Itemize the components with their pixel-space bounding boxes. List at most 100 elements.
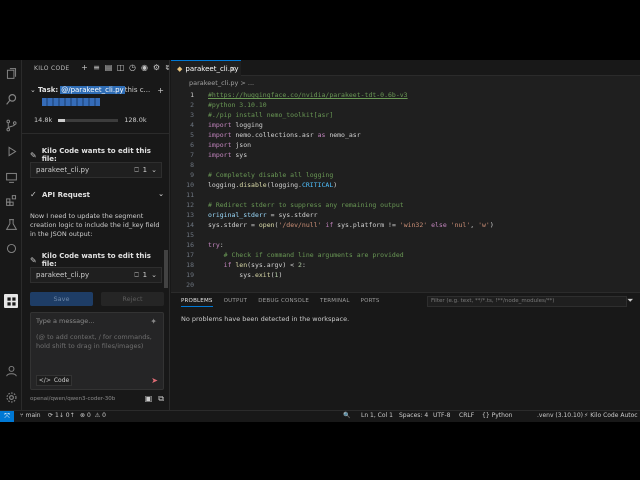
branch-status[interactable]: ⑂ main bbox=[20, 412, 41, 419]
filter-icon[interactable]: ⏷ bbox=[627, 296, 633, 306]
line-number: 13 bbox=[186, 211, 194, 219]
close-icon[interactable]: × bbox=[230, 65, 236, 73]
code-line[interactable]: 9 # Completely disable all logging bbox=[171, 170, 640, 180]
remote-explorer-icon[interactable] bbox=[4, 170, 18, 184]
tab-output[interactable]: OUTPUT bbox=[224, 298, 248, 307]
task-header[interactable]: ⌄ Task: @/parakeet_cli.py this c... + 14… bbox=[30, 86, 164, 124]
python-interpreter[interactable]: .venv (3.10.10) bbox=[537, 412, 583, 419]
line-text: sys.exit(1) bbox=[208, 271, 283, 279]
problems-filter-input[interactable]: Filter (e.g. text, **/*.ts, !**/node_mod… bbox=[427, 296, 627, 307]
testing-icon[interactable] bbox=[4, 217, 18, 231]
prompts-icon[interactable]: ≡ bbox=[92, 63, 101, 72]
tab-ports[interactable]: PORTS bbox=[361, 298, 380, 307]
code-line[interactable]: 17 # Check if command line arguments are… bbox=[171, 250, 640, 260]
source-control-icon[interactable] bbox=[4, 118, 18, 132]
line-number: 15 bbox=[186, 231, 194, 239]
code-line[interactable]: 13 original_stderr = sys.stderr bbox=[171, 210, 640, 220]
code-line[interactable]: 1 #https://huggingface.co/nvidia/parakeet… bbox=[171, 90, 640, 100]
sidebar-scrollbar[interactable] bbox=[164, 250, 168, 288]
code-line[interactable]: 15 bbox=[171, 230, 640, 240]
code-line[interactable]: 5 import nemo.collections.asr as nemo_asr bbox=[171, 130, 640, 140]
sidebar-toolbar: + ≡ ▤ ◫ ◷ ◉ ⚙ ⧉ bbox=[80, 63, 169, 72]
code-line[interactable]: 7 import sys bbox=[171, 150, 640, 160]
code-line[interactable]: 11 bbox=[171, 190, 640, 200]
run-debug-icon[interactable] bbox=[4, 144, 18, 158]
explorer-icon[interactable] bbox=[4, 66, 18, 80]
tab-terminal[interactable]: TERMINAL bbox=[320, 298, 350, 307]
problems-message: No problems have been detected in the wo… bbox=[181, 315, 350, 323]
code-line[interactable]: 6 import json bbox=[171, 140, 640, 150]
code-line[interactable]: 8 bbox=[171, 160, 640, 170]
new-task-icon[interactable]: + bbox=[80, 63, 89, 72]
code-line[interactable]: 10 logging.disable(logging.CRITICAL) bbox=[171, 180, 640, 190]
error-icon: ⊗ bbox=[80, 412, 86, 419]
problems-status[interactable]: ⊗ 0 ⚠ 0 bbox=[80, 412, 106, 419]
code-line[interactable]: 3 #./pip install nemo_toolkit[asr] bbox=[171, 110, 640, 120]
code-line[interactable]: 16 try: bbox=[171, 240, 640, 250]
line-text: # Completely disable all logging bbox=[208, 171, 334, 179]
search-icon[interactable] bbox=[4, 92, 18, 106]
line-text: #https://huggingface.co/nvidia/parakeet-… bbox=[208, 91, 408, 99]
branch-icon: ⑂ bbox=[20, 412, 24, 419]
cursor-position[interactable]: Ln 1, Col 1 bbox=[361, 412, 393, 419]
code-line[interactable]: 12 # Redirect stderr to suppress any rema… bbox=[171, 200, 640, 210]
code-line[interactable]: 14 sys.stderr = open('/dev/null' if sys.p… bbox=[171, 220, 640, 230]
code-line[interactable]: 20 bbox=[171, 280, 640, 290]
kilo-autocomplete-status[interactable]: ⚡ Kilo Code Autoc bbox=[584, 412, 638, 419]
settings-icon[interactable]: ⚙ bbox=[152, 63, 161, 72]
line-text: if len(sys.argv) < 2: bbox=[208, 261, 306, 269]
tab-parakeet-cli[interactable]: ◆ parakeet_cli.py × bbox=[171, 60, 241, 76]
plus-icon[interactable]: + bbox=[157, 86, 164, 95]
extensions-icon[interactable] bbox=[4, 193, 18, 207]
chat-input[interactable]: Type a message... ✦ (@ to add context, /… bbox=[30, 312, 164, 390]
context-icon[interactable]: ⧉ bbox=[158, 394, 164, 404]
task-text: this c... bbox=[124, 86, 151, 94]
line-ending[interactable]: CRLF bbox=[459, 412, 474, 419]
remote-icon[interactable] bbox=[4, 241, 18, 255]
line-text: import nemo.collections.asr as nemo_asr bbox=[208, 131, 361, 139]
marketplace-icon[interactable]: ▤ bbox=[104, 63, 113, 72]
save-button[interactable]: Save bbox=[30, 292, 93, 306]
chevron-down-icon[interactable]: ⌄ bbox=[30, 86, 38, 94]
mode-selector[interactable]: </> Code bbox=[36, 375, 72, 386]
remote-indicator-icon[interactable]: ⤧ bbox=[0, 411, 14, 422]
edit-file-name-2: parakeet_cli.py bbox=[36, 271, 90, 279]
line-number: 11 bbox=[186, 191, 194, 199]
tab-problems[interactable]: PROBLEMS bbox=[181, 298, 213, 307]
zoom-icon[interactable]: 🔍 bbox=[343, 412, 350, 419]
chevron-down-icon[interactable]: ⌄ bbox=[158, 190, 164, 198]
code-line[interactable]: 19 sys.exit(1) bbox=[171, 270, 640, 280]
send-icon[interactable]: ➤ bbox=[151, 376, 158, 385]
tab-debug-console[interactable]: DEBUG CONSOLE bbox=[258, 298, 309, 307]
mcp-icon[interactable]: ◫ bbox=[116, 63, 125, 72]
manage-gear-icon[interactable] bbox=[4, 390, 18, 404]
enhance-prompt-icon[interactable]: ✦ bbox=[150, 317, 157, 326]
python-file-icon: ◆ bbox=[177, 64, 183, 73]
indentation[interactable]: Spaces: 4 bbox=[399, 412, 428, 419]
open-in-editor-icon[interactable]: ⧉ bbox=[164, 63, 169, 72]
code-line[interactable]: 2 #python 3.10.10 bbox=[171, 100, 640, 110]
edit-file-row[interactable]: parakeet_cli.py ⎕ 1 ⌄ bbox=[30, 162, 162, 178]
task-file-mention: @/parakeet_cli.py bbox=[60, 86, 125, 94]
image-attach-icon[interactable]: ▣ bbox=[145, 394, 153, 404]
account-icon[interactable] bbox=[4, 363, 18, 377]
encoding[interactable]: UTF-8 bbox=[433, 412, 451, 419]
reject-button[interactable]: Reject bbox=[101, 292, 164, 306]
chevron-down-icon[interactable]: ⌄ bbox=[151, 271, 157, 280]
edit-count-icon: ⎕ bbox=[134, 271, 139, 279]
api-request-header[interactable]: ✓ API Request ⌄ bbox=[30, 190, 164, 199]
profile-icon[interactable]: ◉ bbox=[140, 63, 149, 72]
history-icon[interactable]: ◷ bbox=[128, 63, 137, 72]
language-mode[interactable]: {} Python bbox=[482, 412, 512, 419]
model-name: openai/qwen/qwen3-coder-30b bbox=[30, 396, 116, 402]
edit-file-row-2[interactable]: parakeet_cli.py ⎕ 1 ⌄ bbox=[30, 267, 162, 283]
breadcrumb[interactable]: parakeet_cli.py > ... bbox=[189, 79, 254, 87]
sync-status[interactable]: ⟳ 1↓ 0↑ bbox=[48, 412, 75, 419]
context-max: 128.0k bbox=[124, 116, 147, 124]
chevron-down-icon[interactable]: ⌄ bbox=[151, 166, 157, 175]
code-line[interactable]: 18 if len(sys.argv) < 2: bbox=[171, 260, 640, 270]
code-line[interactable]: 4 import logging bbox=[171, 120, 640, 130]
model-row[interactable]: openai/qwen/qwen3-coder-30b ▣ ⧉ bbox=[30, 394, 164, 404]
kilo-code-icon[interactable] bbox=[4, 294, 18, 308]
edit-pencil-icon: ✎ bbox=[30, 255, 37, 265]
